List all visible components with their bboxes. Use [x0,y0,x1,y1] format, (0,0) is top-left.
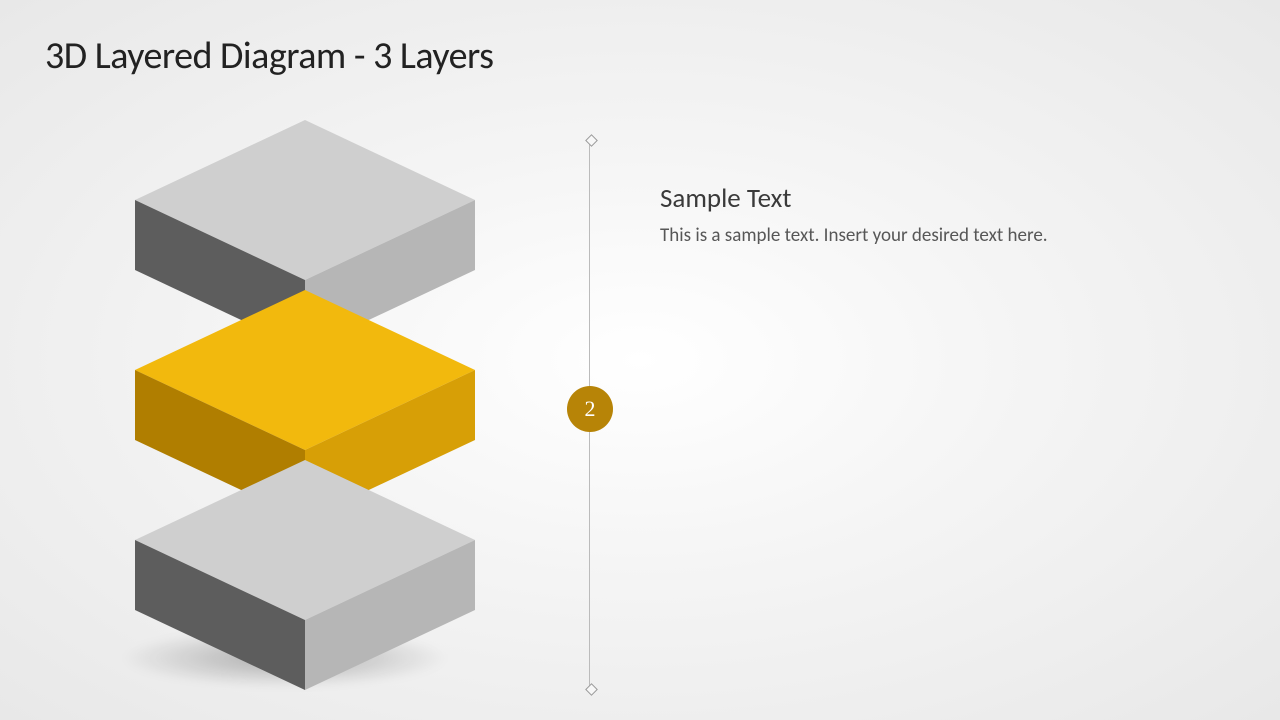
layer-3 [135,460,515,660]
number-badge-label: 2 [585,396,596,422]
callout-body: This is a sample text. Insert your desir… [660,223,1080,249]
layer-stack [135,120,515,680]
slide-title: 3D Layered Diagram - 3 Layers [45,33,494,79]
number-badge: 2 [567,386,613,432]
callout-heading: Sample Text [660,182,1080,215]
diagram-stage: 2 Sample Text This is a sample text. Ins… [0,120,1280,700]
callout-text: Sample Text This is a sample text. Inser… [660,182,1080,249]
